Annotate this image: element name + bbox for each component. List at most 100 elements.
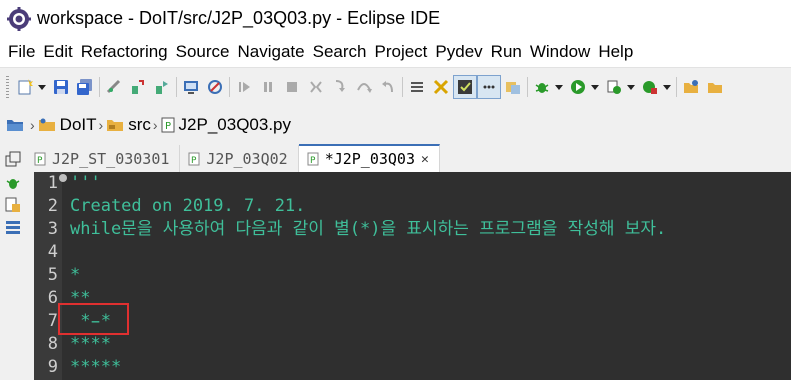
breadcrumb-file[interactable]: P J2P_03Q03.py <box>161 115 291 135</box>
code-line: Created on 2019. 7. 21. <box>70 196 306 216</box>
step-over-icon[interactable] <box>353 76 375 98</box>
python-run-icon[interactable] <box>151 76 173 98</box>
breadcrumb-chevron-icon: › <box>30 117 35 133</box>
breadcrumb-file-label: J2P_03Q03.py <box>178 115 291 134</box>
menu-navigate[interactable]: Navigate <box>234 37 309 67</box>
breadcrumb-project-label: DoIT <box>59 115 97 134</box>
tab-j2p-st-030301[interactable]: P J2P_ST_030301 <box>26 145 181 172</box>
skip-breakpoints-icon[interactable] <box>103 76 125 98</box>
toolbar-separator <box>176 77 177 97</box>
mark-occurrences-icon[interactable] <box>453 75 477 99</box>
editor-area: P J2P_ST_030301 P J2P_03Q02 P *J2P_03Q03… <box>0 144 791 380</box>
window-title: workspace - DoIT/src/J2P_03Q03.py - Ecli… <box>37 8 441 28</box>
package-explorer-icon[interactable] <box>4 196 22 214</box>
outline-icon[interactable] <box>406 76 428 98</box>
outline-view-icon[interactable] <box>4 218 22 236</box>
line-number: 6 <box>47 288 58 308</box>
python-file-icon: P <box>34 152 46 166</box>
code-line: ***** <box>70 357 122 377</box>
close-icon[interactable]: ✕ <box>421 152 429 167</box>
menu-refactoring[interactable]: Refactoring <box>77 37 172 67</box>
restore-icon[interactable] <box>4 150 22 168</box>
disconnect-icon[interactable] <box>305 76 327 98</box>
svg-text:P: P <box>165 121 171 132</box>
run-icon[interactable] <box>567 76 589 98</box>
coverage-dropdown[interactable] <box>626 76 636 98</box>
save-all-icon[interactable] <box>74 76 96 98</box>
line-number-ruler: 1 2 3 4 5 6 7 8 9 <box>34 172 62 380</box>
toolbar-separator <box>229 77 230 97</box>
toolbar-grip[interactable] <box>6 76 9 98</box>
python-debug-icon[interactable] <box>127 76 149 98</box>
projects-icon <box>7 120 23 131</box>
open-perspective-icon[interactable] <box>502 76 524 98</box>
breadcrumb-project[interactable]: DoIT <box>38 115 97 135</box>
line-number: 4 <box>47 242 58 262</box>
new-dropdown[interactable] <box>37 76 47 98</box>
save-icon[interactable] <box>50 76 72 98</box>
svg-text:P: P <box>310 156 316 166</box>
open-folder-icon[interactable] <box>704 76 726 98</box>
editor-tabs: P J2P_ST_030301 P J2P_03Q02 P *J2P_03Q03… <box>26 144 791 172</box>
menu-edit[interactable]: Edit <box>39 37 76 67</box>
step-into-icon[interactable] <box>329 76 351 98</box>
coverage-icon[interactable] <box>603 76 625 98</box>
tab-j2p-03q02[interactable]: P J2P_03Q02 <box>180 145 299 172</box>
run-dropdown[interactable] <box>590 76 600 98</box>
pydev-icon[interactable] <box>430 76 452 98</box>
svg-text:P: P <box>37 156 43 166</box>
annotation-highlight-box <box>58 303 129 335</box>
code-line: while문을 사용하여 다음과 같이 별(*)을 표시하는 프로그램을 작성해… <box>70 219 667 239</box>
svg-text:P: P <box>191 156 197 166</box>
toolbar-separator <box>99 77 100 97</box>
code-line: ''' <box>70 173 101 193</box>
resume-icon[interactable] <box>233 76 255 98</box>
terminate-icon[interactable] <box>281 76 303 98</box>
menu-source[interactable]: Source <box>172 37 234 67</box>
line-number: 7 <box>47 311 58 331</box>
toolbar-separator <box>676 77 677 97</box>
fold-collapse-icon[interactable] <box>59 174 67 182</box>
menu-run[interactable]: Run <box>487 37 526 67</box>
console-icon[interactable] <box>180 76 202 98</box>
main-toolbar <box>0 68 791 106</box>
code-line: * <box>70 265 81 285</box>
external-tools-dropdown[interactable] <box>662 76 672 98</box>
eclipse-app-icon <box>7 6 31 31</box>
line-number: 2 <box>47 196 58 216</box>
tab-label: J2P_03Q02 <box>206 149 288 168</box>
line-number: 1 <box>47 173 58 193</box>
new-icon[interactable] <box>14 76 36 98</box>
menu-help[interactable]: Help <box>594 37 637 67</box>
tab-label: *J2P_03Q03 <box>324 150 415 168</box>
open-type-icon[interactable] <box>680 76 702 98</box>
breadcrumb-folder[interactable]: src <box>106 115 151 135</box>
line-number: 5 <box>47 265 58 285</box>
menu-search[interactable]: Search <box>309 37 371 67</box>
python-file-icon: P <box>307 152 319 166</box>
disable-icon[interactable] <box>204 76 226 98</box>
breadcrumb-chevron-icon: › <box>98 117 104 133</box>
toolbar-separator <box>402 77 403 97</box>
code-line: **** <box>70 334 111 354</box>
toolbar-separator <box>527 77 528 97</box>
show-whitespace-icon[interactable] <box>477 75 501 99</box>
menu-project[interactable]: Project <box>371 37 432 67</box>
tab-label: J2P_ST_030301 <box>52 149 170 168</box>
menu-pydev[interactable]: Pydev <box>431 37 486 67</box>
step-return-icon[interactable] <box>377 76 399 98</box>
debug-dropdown[interactable] <box>554 76 564 98</box>
tab-j2p-03q03[interactable]: P *J2P_03Q03 ✕ <box>298 144 440 172</box>
left-trim-stack <box>0 144 26 380</box>
line-number: 8 <box>47 334 58 354</box>
code-editor[interactable]: 1 2 3 4 5 6 7 8 9 ''' Created on 2019. 7… <box>34 172 791 380</box>
debug-icon[interactable] <box>531 76 553 98</box>
menu-file[interactable]: File <box>0 37 39 67</box>
external-tools-icon[interactable] <box>639 76 661 98</box>
debug-view-icon[interactable] <box>4 174 22 192</box>
suspend-icon[interactable] <box>257 76 279 98</box>
line-number: 3 <box>47 219 58 239</box>
breadcrumb-folder-label: src <box>128 115 151 134</box>
breadcrumb: › DoIT › src › P J2P_03Q03.py <box>0 106 791 144</box>
menu-window[interactable]: Window <box>526 37 594 67</box>
